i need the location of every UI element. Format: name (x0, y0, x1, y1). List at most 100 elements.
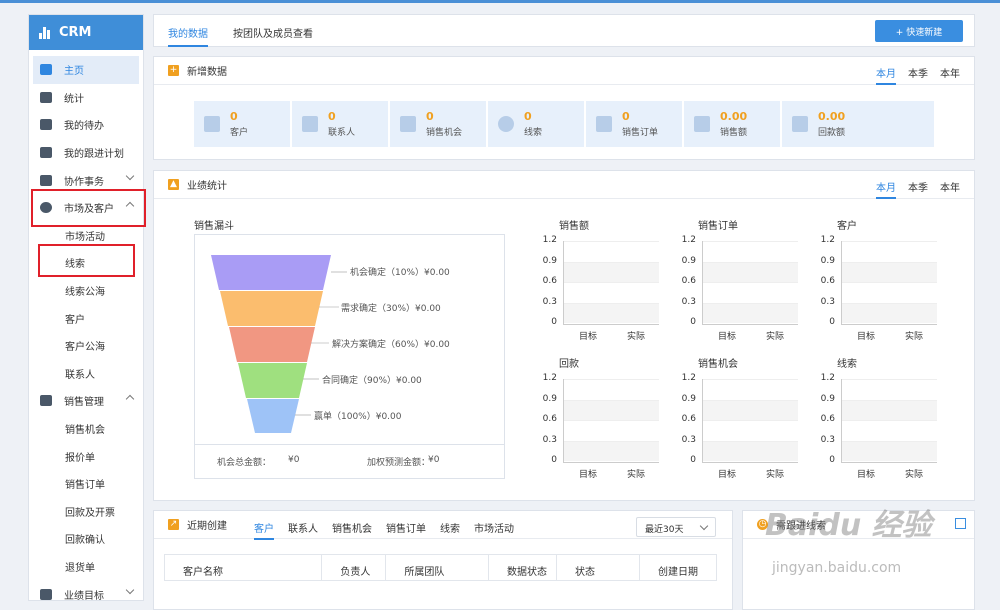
y-tick-label: 0.6 (681, 276, 696, 286)
col-data-status[interactable]: 数据状态 (489, 555, 557, 580)
chart-plot-area (702, 241, 798, 325)
period-quarter[interactable]: 本季 (908, 179, 928, 194)
tab-by-team[interactable]: 按团队及成员查看 (233, 25, 313, 40)
period-year[interactable]: 本年 (940, 179, 960, 194)
arrow-icon: ↗ (168, 519, 179, 530)
sidebar-item-label: 销售管理 (64, 397, 104, 409)
stat-value: 0.00 (818, 110, 846, 123)
col-status[interactable]: 状态 (557, 555, 641, 580)
stat-value: 0 (524, 110, 532, 123)
sidebar-item-quote[interactable]: 报价单 (29, 442, 143, 470)
y-tick-label: 1.2 (820, 235, 835, 245)
chart-title: 销售额 (559, 221, 589, 232)
stat-label: 销售额 (720, 128, 748, 138)
tab-customer[interactable]: 客户 (254, 520, 274, 540)
stat-card-lead[interactable]: 0 线索 (488, 101, 584, 147)
app-logo[interactable]: CRM (29, 15, 143, 50)
sidebar-item-label: 客户公海 (65, 342, 105, 354)
tab-contact[interactable]: 联系人 (288, 520, 318, 535)
top-accent-line (0, 0, 1000, 3)
y-tick-label: 0 (551, 455, 557, 465)
tab-my-data[interactable]: 我的数据 (168, 25, 208, 47)
expand-icon[interactable] (955, 518, 966, 529)
quick-add-button[interactable]: + 快速新建 (875, 20, 963, 42)
y-tick-label: 0 (551, 317, 557, 327)
panel-title: 业绩统计 (187, 181, 227, 192)
sidebar-item-plan[interactable]: 我的跟进计划 (29, 139, 143, 167)
funnel-stage-5 (247, 399, 299, 433)
sidebar-item-label: 回款及开票 (65, 507, 115, 519)
col-owner[interactable]: 负责人 (322, 555, 387, 580)
top-tabbar: 我的数据 按团队及成员查看 + 快速新建 (153, 14, 975, 47)
new-data-header: + 新增数据 本月 本季 本年 (154, 57, 974, 85)
stat-label: 线索 (524, 128, 543, 138)
y-tick-label: 0.6 (681, 414, 696, 424)
x-tick-label: 目标 (718, 470, 737, 480)
x-tick-label: 实际 (627, 332, 646, 342)
sidebar-item-payment-confirm[interactable]: 回款确认 (29, 525, 143, 553)
chart-plot-area (563, 241, 659, 325)
sidebar-item-label: 销售机会 (65, 425, 105, 437)
tab-lead[interactable]: 线索 (440, 520, 460, 535)
y-tick-label: 0.6 (820, 276, 835, 286)
stat-card-order[interactable]: 0 销售订单 (586, 101, 682, 147)
period-month[interactable]: 本月 (876, 65, 896, 85)
period-month[interactable]: 本月 (876, 179, 896, 199)
stat-card-opportunity[interactable]: 0 销售机会 (390, 101, 486, 147)
sidebar-item-invoice[interactable]: 回款及开票 (29, 498, 143, 526)
sidebar-item-home[interactable]: 主页 (33, 56, 139, 84)
col-customer-name[interactable]: 客户名称 (165, 555, 323, 580)
date-range-select[interactable]: 最近30天 (636, 517, 716, 537)
new-data-panel: + 新增数据 本月 本季 本年 0 客户 0 联系人 0 销售机会 0 线索 0 销售订单… (153, 56, 975, 160)
funnel-stage-4 (238, 363, 307, 398)
sidebar-item-label: 客户 (65, 314, 85, 326)
sidebar-item-customer-pool[interactable]: 客户公海 (29, 332, 143, 360)
y-tick-label: 0 (690, 317, 696, 327)
highlight-box-leads (38, 244, 135, 277)
tab-activity[interactable]: 市场活动 (474, 520, 514, 535)
stat-value: 0.00 (720, 110, 748, 123)
sidebar-item-customer[interactable]: 客户 (29, 304, 143, 332)
sidebar-item-label: 我的跟进计划 (64, 149, 124, 161)
period-year[interactable]: 本年 (940, 65, 960, 80)
sidebar-item-sales[interactable]: 销售管理 (29, 387, 143, 415)
tab-opportunity[interactable]: 销售机会 (332, 520, 372, 535)
y-tick-label: 0.9 (820, 393, 835, 404)
y-tick-label: 1.2 (820, 373, 835, 383)
stat-card-contact[interactable]: 0 联系人 (292, 101, 388, 147)
y-tick-label: 0.3 (820, 434, 835, 445)
sidebar-item-stats[interactable]: 统计 (29, 84, 143, 112)
y-tick-label: 0.6 (542, 276, 557, 286)
stat-card-customer[interactable]: 0 客户 (194, 101, 290, 147)
briefcase-icon (40, 174, 52, 186)
period-quarter[interactable]: 本季 (908, 65, 928, 80)
payment-icon (792, 116, 808, 132)
col-created-date[interactable]: 创建日期 (640, 555, 716, 580)
sidebar-item-lead-pool[interactable]: 线索公海 (29, 277, 143, 305)
chart-plot-area (702, 379, 798, 463)
stat-card-sales[interactable]: 0.00 销售额 (684, 101, 780, 147)
col-team[interactable]: 所属团队 (386, 555, 489, 580)
highlight-box-market (31, 189, 146, 227)
sidebar-item-label: 统计 (64, 93, 84, 105)
stat-card-payment[interactable]: 0.00 回款额 (782, 101, 934, 147)
x-tick-label: 实际 (905, 470, 924, 480)
stat-label: 销售机会 (426, 128, 463, 138)
watermark-url: jingyan.baidu.com (772, 560, 902, 576)
x-tick-label: 目标 (718, 332, 737, 342)
sidebar-item-todo[interactable]: 我的待办 (29, 111, 143, 139)
target-icon (40, 588, 52, 600)
sidebar-item-label: 联系人 (65, 369, 95, 381)
mini-bar-chart: 线索 1.2 0.9 0.6 0.3 0 目标 实际 (817, 355, 937, 485)
sidebar-item-target[interactable]: 业绩目标 (29, 580, 143, 600)
document-icon (596, 116, 612, 132)
chart-title: 销售订单 (698, 221, 738, 232)
sidebar-item-opportunity[interactable]: 销售机会 (29, 415, 143, 443)
tab-order[interactable]: 销售订单 (386, 520, 426, 535)
weighted-amount-label: 加权预测金额： (367, 458, 431, 468)
sidebar-item-contacts[interactable]: 联系人 (29, 360, 143, 388)
stat-value: 0 (328, 110, 336, 123)
sidebar-item-order[interactable]: 销售订单 (29, 470, 143, 498)
sidebar-item-return[interactable]: 退货单 (29, 553, 143, 581)
y-tick-label: 1.2 (681, 373, 696, 383)
